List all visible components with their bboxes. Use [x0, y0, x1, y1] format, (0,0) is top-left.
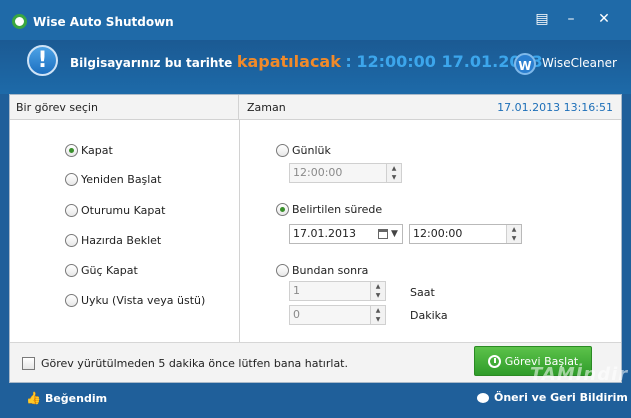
- reminder-label[interactable]: Görev yürütülmeden 5 dakika önce lütfen …: [41, 357, 348, 370]
- minutes-field[interactable]: 0 ▲ ▼: [289, 305, 386, 325]
- task-option-shutdown[interactable]: Kapat: [65, 142, 113, 158]
- close-button[interactable]: ✕: [594, 10, 614, 28]
- specified-time-field[interactable]: 12:00:00 ▲ ▼: [409, 224, 522, 244]
- status-message: Bilgisayarınız bu tarihte kapatılacak : …: [70, 52, 553, 71]
- menu-button[interactable]: ▤: [532, 10, 552, 28]
- task-label: Uyku (Vista veya üstü): [81, 293, 206, 307]
- time-option-specified[interactable]: Belirtilen sürede: [276, 201, 382, 217]
- task-option-power-off[interactable]: Güç Kapat: [65, 262, 138, 278]
- task-option-hibernate[interactable]: Hazırda Beklet: [65, 232, 161, 248]
- radio-power-off[interactable]: [65, 263, 78, 277]
- hours-value: 1: [293, 284, 300, 297]
- specified-time-value: 12:00:00: [413, 227, 463, 240]
- hours-field[interactable]: 1 ▲ ▼: [289, 281, 386, 301]
- status-separator: :: [345, 52, 352, 71]
- status-banner: ! Bilgisayarınız bu tarihte kapatılacak …: [0, 40, 631, 94]
- minutes-spinner[interactable]: ▲ ▼: [370, 306, 385, 324]
- watermark-logo: TAMİndir: [530, 364, 629, 385]
- main-panel: Bir görev seçin Zaman 17.01.2013 13:16:5…: [9, 94, 622, 383]
- daily-time-field[interactable]: 12:00:00 ▲ ▼: [289, 163, 402, 183]
- speech-bubble-icon: [477, 392, 489, 403]
- specified-time-spinner[interactable]: ▲ ▼: [506, 225, 521, 243]
- radio-shutdown[interactable]: [65, 143, 78, 157]
- thumbs-up-icon: 👍: [26, 391, 41, 405]
- time-header: Zaman 17.01.2013 13:16:51: [239, 95, 621, 120]
- daily-time-spinner[interactable]: ▲ ▼: [386, 164, 401, 182]
- task-label: Yeniden Başlat: [81, 172, 162, 186]
- task-option-sleep[interactable]: Uyku (Vista veya üstü): [65, 292, 205, 308]
- alarm-clock-icon: [487, 354, 501, 368]
- minimize-button[interactable]: –: [561, 10, 581, 28]
- bottom-bar: 👍 Beğendim Öneri ve Geri Bildirim: [0, 386, 631, 418]
- time-option-daily[interactable]: Günlük: [276, 142, 331, 158]
- calendar-icon: [378, 229, 389, 239]
- wisecleaner-link[interactable]: WiseCleaner: [542, 56, 617, 70]
- feedback-link[interactable]: Öneri ve Geri Bildirim: [477, 391, 628, 404]
- hours-spinner[interactable]: ▲ ▼: [370, 282, 385, 300]
- column-divider: [239, 120, 240, 342]
- app-clock-icon: [12, 14, 27, 29]
- radio-hibernate[interactable]: [65, 233, 78, 247]
- task-option-restart[interactable]: Yeniden Başlat: [65, 171, 161, 187]
- task-label: Hazırda Beklet: [81, 233, 162, 247]
- specified-label: Belirtilen sürede: [292, 202, 383, 216]
- date-picker[interactable]: 17.01.2013 ▼: [289, 224, 403, 244]
- task-label: Kapat: [81, 143, 113, 157]
- radio-after[interactable]: [276, 263, 289, 277]
- hours-unit-label: Saat: [410, 286, 435, 299]
- task-label: Oturumu Kapat: [81, 203, 166, 217]
- status-prefix: Bilgisayarınız bu tarihte: [70, 56, 233, 70]
- time-option-after[interactable]: Bundan sonra: [276, 262, 368, 278]
- task-header: Bir görev seçin: [10, 95, 239, 120]
- calendar-dropdown[interactable]: ▼: [374, 225, 402, 243]
- specified-date-value: 17.01.2013: [293, 227, 356, 240]
- feedback-label: Öneri ve Geri Bildirim: [494, 391, 628, 404]
- title-bar: Wise Auto Shutdown ▤ – ✕: [0, 0, 631, 40]
- status-action: kapatılacak: [236, 52, 341, 71]
- window-title: Wise Auto Shutdown: [33, 15, 174, 29]
- like-button[interactable]: 👍 Beğendim: [26, 391, 107, 405]
- radio-restart[interactable]: [65, 172, 78, 186]
- radio-sleep[interactable]: [65, 293, 78, 307]
- daily-time-value: 12:00:00: [293, 166, 343, 179]
- reminder-checkbox[interactable]: [22, 357, 35, 370]
- radio-logoff[interactable]: [65, 203, 78, 217]
- task-label: Güç Kapat: [81, 263, 138, 277]
- task-option-logoff[interactable]: Oturumu Kapat: [65, 202, 165, 218]
- wisecleaner-logo-icon[interactable]: W: [514, 53, 536, 75]
- radio-daily[interactable]: [276, 143, 289, 157]
- radio-specified[interactable]: [276, 202, 289, 216]
- app-window: Wise Auto Shutdown ▤ – ✕ ! Bilgisayarını…: [0, 0, 631, 418]
- minutes-value: 0: [293, 308, 300, 321]
- time-header-label: Zaman: [247, 101, 286, 114]
- daily-label: Günlük: [292, 143, 331, 157]
- current-time: 17.01.2013 13:16:51: [497, 101, 613, 114]
- minutes-unit-label: Dakika: [410, 309, 448, 322]
- after-label: Bundan sonra: [292, 263, 369, 277]
- info-icon: !: [27, 45, 58, 76]
- like-label: Beğendim: [44, 391, 108, 405]
